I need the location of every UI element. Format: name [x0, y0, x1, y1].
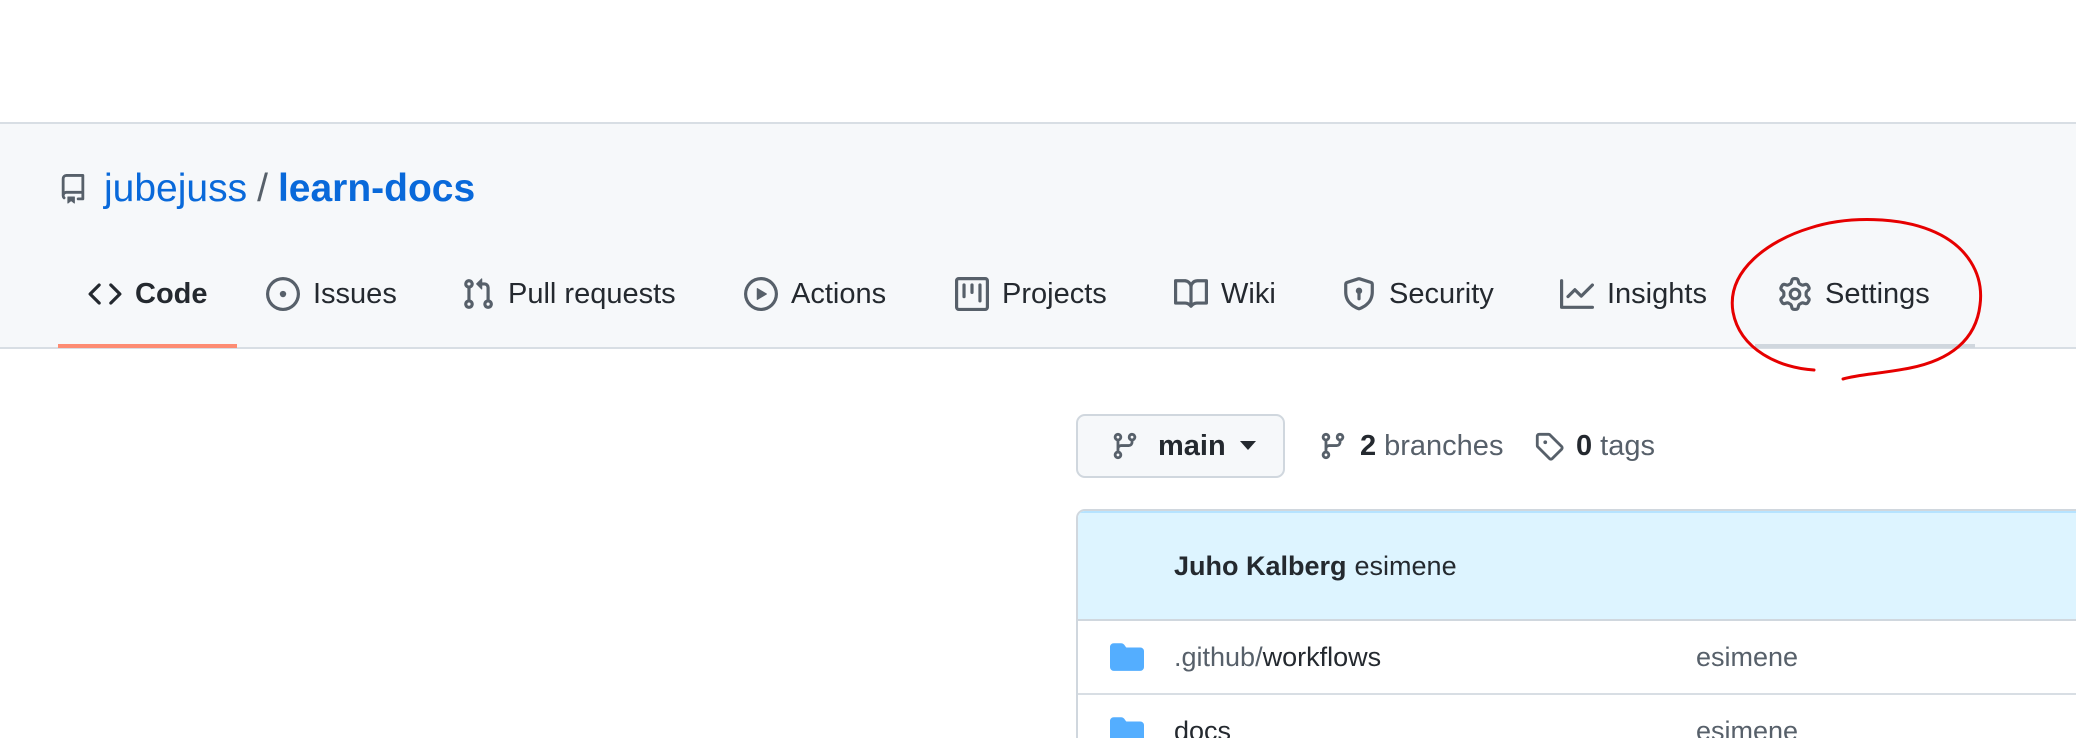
tags-count: 0 — [1576, 429, 1593, 462]
file-row[interactable]: docs esimene — [1078, 695, 2076, 738]
graph-icon — [1560, 277, 1594, 311]
repo-header: jubejuss / learn-docs Code Issues Pull r… — [0, 124, 2076, 349]
git-branch-icon — [1321, 432, 1345, 460]
code-icon — [88, 277, 122, 311]
tab-issues[interactable]: Issues — [266, 241, 397, 347]
commit-author-link[interactable]: Juho Kalberg — [1174, 551, 1347, 582]
repo-title: jubejuss / learn-docs — [58, 164, 475, 214]
top-bar — [0, 0, 2076, 124]
play-icon — [744, 277, 778, 311]
tab-pull-requests-label: Pull requests — [508, 277, 676, 310]
tab-security-label: Security — [1389, 277, 1494, 310]
git-pull-request-icon — [461, 277, 495, 311]
tab-code-selected-underline — [58, 344, 237, 348]
table-icon — [955, 277, 989, 311]
git-branch-icon — [1113, 432, 1137, 460]
tab-insights[interactable]: Insights — [1560, 241, 1707, 347]
tab-settings[interactable]: Settings — [1778, 241, 1930, 347]
tab-projects[interactable]: Projects — [955, 241, 1107, 347]
tab-settings-label: Settings — [1825, 277, 1930, 310]
book-icon — [1174, 277, 1208, 311]
tag-icon — [1535, 432, 1564, 461]
tags-link[interactable]: 0 tags — [1534, 422, 1655, 470]
branch-select-button[interactable]: main — [1076, 414, 1285, 478]
file-path-name: docs — [1174, 715, 1232, 738]
current-branch-label: main — [1158, 429, 1226, 462]
tab-code[interactable]: Code — [88, 241, 208, 347]
file-row[interactable]: .github/workflows esimene — [1078, 621, 2076, 695]
file-navigator: Juho Kalberg esimene .github/workflows e… — [1076, 509, 2076, 738]
tab-wiki[interactable]: Wiki — [1174, 241, 1276, 347]
tags-label: tags — [1600, 429, 1655, 462]
branches-count: 2 — [1360, 429, 1377, 462]
tab-security[interactable]: Security — [1342, 241, 1494, 347]
tab-settings-hover-underline — [1755, 344, 1975, 348]
folder-icon — [1110, 717, 1144, 738]
file-name-link[interactable]: docs — [1174, 716, 1231, 738]
gear-icon — [1778, 277, 1812, 311]
file-path-prefix: .github/ — [1174, 641, 1263, 672]
file-commit-message[interactable]: esimene — [1696, 642, 1798, 673]
file-commit-message[interactable]: esimene — [1696, 716, 1798, 738]
repo-name-link[interactable]: learn-docs — [278, 164, 475, 214]
tab-actions-label: Actions — [791, 277, 887, 310]
file-name-link[interactable]: .github/workflows — [1174, 642, 1381, 673]
tab-insights-label: Insights — [1607, 277, 1707, 310]
branches-link[interactable]: 2 branches — [1318, 422, 1503, 470]
shield-icon — [1342, 277, 1376, 311]
tab-projects-label: Projects — [1002, 277, 1107, 310]
repo-owner-link[interactable]: jubejuss — [104, 164, 247, 214]
tab-code-label: Code — [135, 277, 208, 310]
chevron-down-icon — [1239, 441, 1256, 450]
tab-actions[interactable]: Actions — [744, 241, 886, 347]
repo-path-separator: / — [257, 167, 268, 210]
branches-label: branches — [1384, 429, 1504, 462]
tab-wiki-label: Wiki — [1221, 277, 1276, 310]
tab-pull-requests[interactable]: Pull requests — [461, 241, 676, 347]
file-path-name: workflows — [1262, 641, 1382, 672]
folder-icon — [1110, 643, 1144, 671]
github-repo-page: jubejuss / learn-docs Code Issues Pull r… — [0, 0, 2076, 738]
commit-message-link[interactable]: esimene — [1355, 551, 1457, 582]
latest-commit-bar: Juho Kalberg esimene — [1078, 511, 2076, 621]
repo-icon — [61, 174, 85, 204]
tab-issues-label: Issues — [313, 277, 397, 310]
issue-opened-icon — [266, 277, 300, 311]
